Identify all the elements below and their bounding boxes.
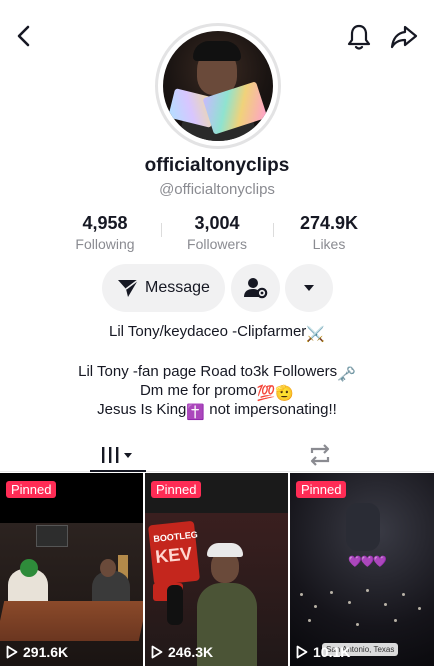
grid-lines-icon: [102, 447, 132, 463]
crossed-swords-icon: ⚔️: [306, 326, 325, 343]
notifications-button[interactable]: [344, 22, 374, 52]
bio-text: not impersonating!!: [205, 401, 337, 418]
friend-settings-button[interactable]: [231, 264, 280, 312]
handle: @officialtonyclips: [159, 181, 275, 198]
add-friend-settings-icon: [243, 278, 267, 299]
stats-row: 4,958 Following 3,004 Followers 274.9K L…: [0, 213, 434, 257]
share-button[interactable]: [389, 22, 419, 52]
action-row: Message: [0, 264, 434, 312]
username: officialtonyclips: [144, 155, 290, 176]
stat-label: Following: [75, 236, 135, 252]
view-count: 246.3K: [151, 644, 213, 660]
repost-icon: [310, 444, 330, 466]
message-button[interactable]: Message: [102, 264, 225, 312]
play-outline-icon: [296, 645, 308, 659]
play-outline-icon: [6, 645, 18, 659]
stat-value: 3,004: [194, 213, 240, 233]
stat-following[interactable]: 4,958 Following: [50, 213, 160, 252]
bootleg-kev-sign: BOOTLEG KEV: [147, 520, 201, 586]
share-arrow-icon: [390, 25, 418, 49]
cross-icon: ✝️: [186, 404, 206, 421]
bio-line: Lil Tony/keydaceo -Clipfarmer⚔️: [0, 322, 434, 345]
bio-text: Jesus Is King: [97, 401, 187, 418]
view-count: 10.1K: [296, 644, 350, 660]
tab-reposts[interactable]: [300, 438, 340, 472]
stat-label: Followers: [187, 236, 247, 252]
chevron-left-icon: [17, 25, 30, 47]
stat-followers[interactable]: 3,004 Followers: [162, 213, 272, 252]
avatar-image: [163, 31, 273, 141]
message-label: Message: [145, 279, 210, 296]
video-thumbnail[interactable]: 💜💜💜 San Antonio, Texas Pinned 10.1K: [290, 473, 434, 666]
divider: [161, 223, 162, 237]
pinned-badge: Pinned: [296, 481, 347, 498]
active-tab-indicator: [90, 470, 146, 472]
stat-value: 4,958: [82, 213, 128, 233]
stat-likes[interactable]: 274.9K Likes: [274, 213, 384, 252]
hearts-overlay: 💜💜💜: [348, 556, 387, 568]
bio-text: Lil Tony -fan page Road to3k Followers: [78, 363, 338, 380]
more-options-button[interactable]: [285, 264, 333, 312]
send-icon: [118, 279, 139, 297]
divider: [273, 223, 274, 237]
caret-down-icon: [304, 285, 314, 291]
bell-icon: [347, 24, 371, 50]
view-count-text: 291.6K: [23, 644, 69, 660]
video-thumbnail[interactable]: Pinned 291.6K: [0, 473, 143, 666]
view-count-text: 246.3K: [168, 644, 214, 660]
bio-text: Lil Tony/keydaceo -Clipfarmer: [109, 323, 307, 340]
video-thumbnail[interactable]: BOOTLEG KEV Pinned 246.3K: [145, 473, 288, 666]
stat-label: Likes: [312, 236, 346, 252]
play-outline-icon: [151, 645, 163, 659]
back-button[interactable]: [10, 22, 38, 50]
content-tabs: [0, 432, 434, 472]
tab-videos[interactable]: [90, 438, 146, 472]
video-grid: Pinned 291.6K BOOTLEG KEV Pinned 246.3K: [0, 473, 434, 666]
bio-text: Dm me for promo: [139, 382, 257, 399]
view-count: 291.6K: [6, 644, 68, 660]
pinned-badge: Pinned: [6, 481, 57, 498]
view-count-text: 10.1K: [313, 644, 351, 660]
pinned-badge: Pinned: [151, 481, 202, 498]
bio-line: Jesus Is King✝️ not impersonating!!: [0, 400, 434, 423]
stat-value: 274.9K: [299, 213, 359, 233]
avatar[interactable]: [155, 23, 281, 149]
